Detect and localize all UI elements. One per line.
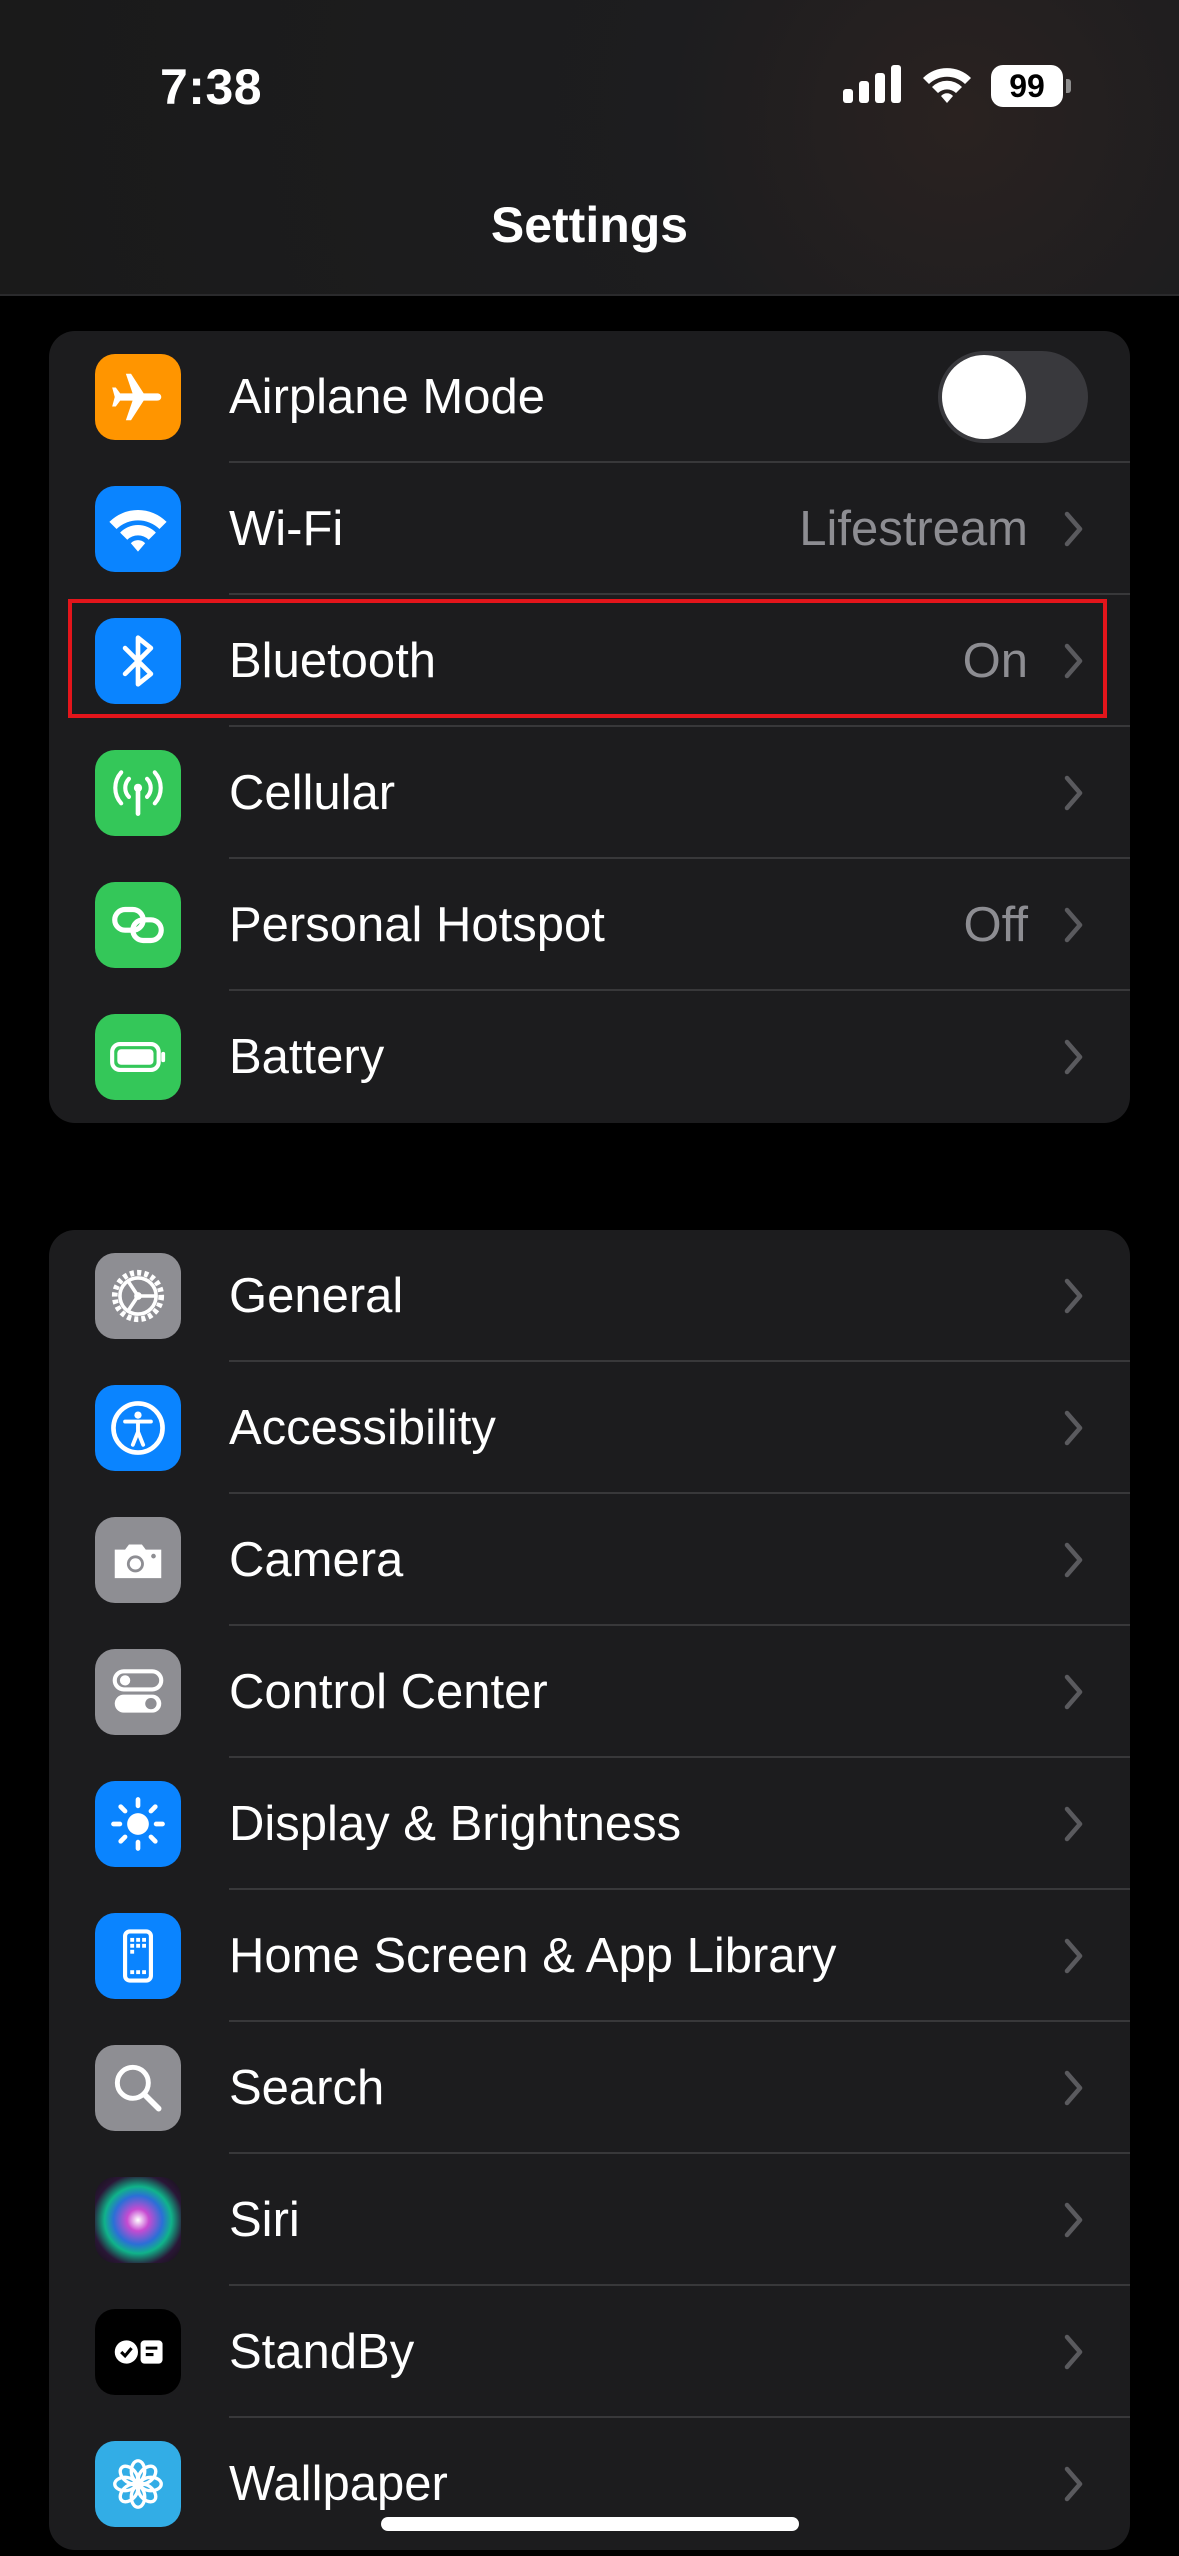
- chevron-right-icon: [1064, 1806, 1083, 1842]
- row-label: Airplane Mode: [229, 370, 545, 424]
- wifi-icon: [921, 64, 973, 109]
- settings-row-wifi[interactable]: Wi-Fi Lifestream: [49, 463, 1130, 595]
- chevron-right-icon: [1064, 1278, 1083, 1314]
- chevron-right-icon: [1064, 511, 1083, 547]
- navigation-bar: 7:38 99 Settings: [0, 0, 1179, 296]
- settings-row-search[interactable]: Search: [49, 2022, 1130, 2154]
- bluetooth-icon: [95, 618, 181, 704]
- settings-row-bluetooth[interactable]: Bluetooth On: [49, 595, 1130, 727]
- flower-icon: [95, 2441, 181, 2527]
- chevron-right-icon: [1064, 2334, 1083, 2370]
- row-label: Cellular: [229, 766, 396, 820]
- settings-row-personal-hotspot[interactable]: Personal Hotspot Off: [49, 859, 1130, 991]
- status-time: 7:38: [160, 59, 263, 115]
- camera-icon: [95, 1517, 181, 1603]
- toggle-knob: [942, 355, 1026, 439]
- airplane-mode-toggle[interactable]: [938, 351, 1088, 443]
- settings-row-camera[interactable]: Camera: [49, 1494, 1130, 1626]
- row-label: Bluetooth: [229, 634, 437, 688]
- battery-icon: [95, 1014, 181, 1100]
- row-label: Personal Hotspot: [229, 898, 605, 952]
- page-title: Settings: [490, 197, 689, 253]
- antenna-icon: [95, 750, 181, 836]
- gear-icon: [95, 1253, 181, 1339]
- settings-row-control-center[interactable]: Control Center: [49, 1626, 1130, 1758]
- row-label: StandBy: [229, 2325, 415, 2379]
- airplane-icon: [95, 354, 181, 440]
- standby-icon: [95, 2309, 181, 2395]
- chevron-right-icon: [1064, 907, 1083, 943]
- link-icon: [95, 882, 181, 968]
- chevron-right-icon: [1064, 2466, 1083, 2502]
- battery-tip: [1066, 79, 1071, 93]
- chevron-right-icon: [1064, 775, 1083, 811]
- phone-grid-icon: [95, 1913, 181, 1999]
- sun-icon: [95, 1781, 181, 1867]
- settings-group-general: General Accessibility Camera Control Cen…: [49, 1230, 1130, 2550]
- settings-row-accessibility[interactable]: Accessibility: [49, 1362, 1130, 1494]
- cellular-signal-icon: [843, 64, 903, 108]
- chevron-right-icon: [1064, 1039, 1083, 1075]
- battery-indicator: 99: [991, 65, 1071, 107]
- settings-row-general[interactable]: General: [49, 1230, 1130, 1362]
- settings-row-standby[interactable]: StandBy: [49, 2286, 1130, 2418]
- chevron-right-icon: [1064, 643, 1083, 679]
- chevron-right-icon: [1064, 1410, 1083, 1446]
- settings-row-battery[interactable]: Battery: [49, 991, 1130, 1123]
- status-icons: 99: [843, 62, 1071, 110]
- row-label: Display & Brightness: [229, 1797, 682, 1851]
- siri-icon: [95, 2177, 181, 2263]
- settings-row-cellular[interactable]: Cellular: [49, 727, 1130, 859]
- settings-row-display-brightness[interactable]: Display & Brightness: [49, 1758, 1130, 1890]
- accessibility-icon: [95, 1385, 181, 1471]
- chevron-right-icon: [1064, 1542, 1083, 1578]
- chevron-right-icon: [1064, 2070, 1083, 2106]
- row-label: Accessibility: [229, 1401, 496, 1455]
- row-label: Control Center: [229, 1665, 548, 1719]
- row-label: Wallpaper: [229, 2457, 448, 2511]
- wifi-icon: [95, 486, 181, 572]
- settings-row-siri[interactable]: Siri: [49, 2154, 1130, 2286]
- row-label: Siri: [229, 2193, 300, 2247]
- row-value: Lifestream: [799, 502, 1028, 556]
- search-icon: [95, 2045, 181, 2131]
- chevron-right-icon: [1064, 1938, 1083, 1974]
- row-label: Camera: [229, 1533, 404, 1587]
- chevron-right-icon: [1064, 1674, 1083, 1710]
- row-label: Wi-Fi: [229, 502, 344, 556]
- chevron-right-icon: [1064, 2202, 1083, 2238]
- row-label: General: [229, 1269, 404, 1323]
- switches-icon: [95, 1649, 181, 1735]
- row-label: Home Screen & App Library: [229, 1929, 837, 1983]
- home-indicator[interactable]: [381, 2517, 799, 2531]
- settings-group-connectivity: Airplane Mode Wi-Fi Lifestream Bluetooth…: [49, 331, 1130, 1123]
- settings-row-home-screen[interactable]: Home Screen & App Library: [49, 1890, 1130, 2022]
- row-value: On: [962, 634, 1028, 688]
- settings-row-airplane-mode[interactable]: Airplane Mode: [49, 331, 1130, 463]
- row-label: Search: [229, 2061, 385, 2115]
- battery-level: 99: [991, 65, 1063, 107]
- row-label: Battery: [229, 1030, 385, 1084]
- row-value: Off: [963, 898, 1028, 952]
